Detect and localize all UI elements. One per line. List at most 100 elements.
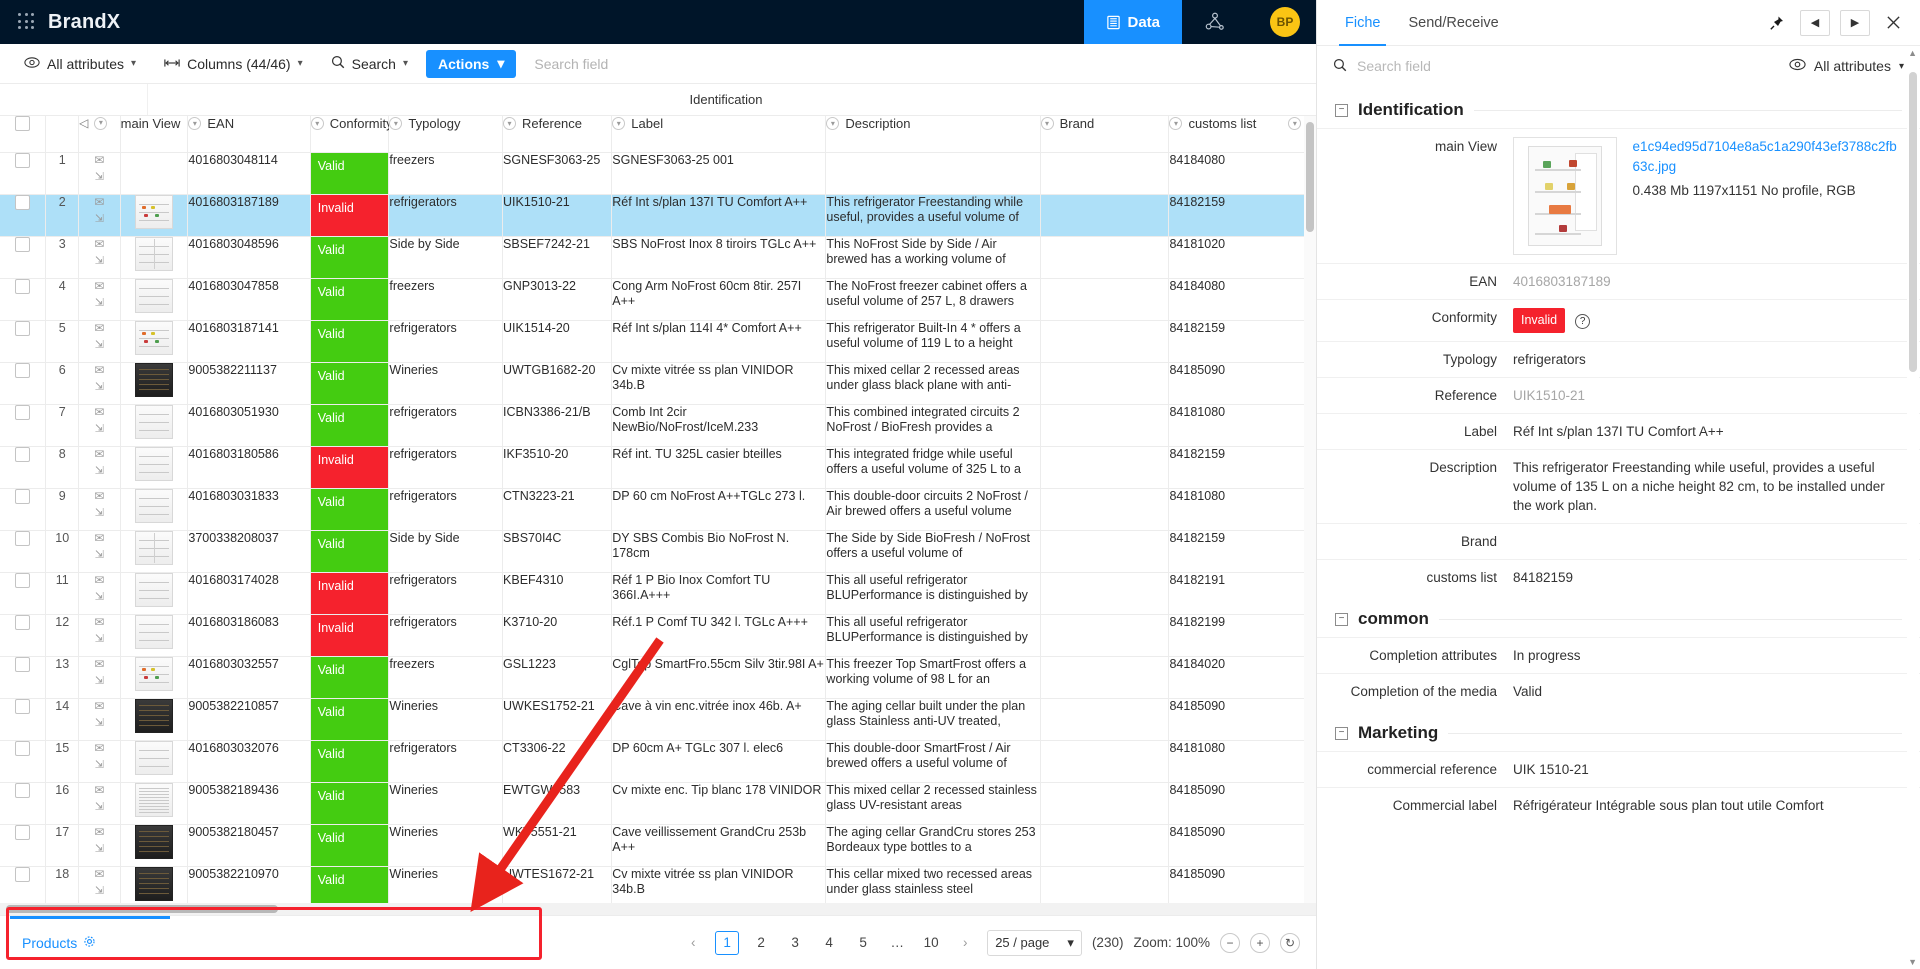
- cell-brand[interactable]: [1040, 698, 1169, 740]
- cell-typology[interactable]: refrigerators: [389, 194, 503, 236]
- column-header-description[interactable]: ▾ Description: [826, 116, 1040, 152]
- cell-description[interactable]: This integrated fridge while useful offe…: [826, 446, 1040, 488]
- cell-label[interactable]: Cave veillissement GrandCru 253b A++: [612, 824, 826, 866]
- cell-reference[interactable]: WKT5551-21: [503, 824, 612, 866]
- cell-customs-list[interactable]: 84182159: [1169, 446, 1316, 488]
- zoom-reset-button[interactable]: ↻: [1280, 933, 1300, 953]
- row-main-view-cell[interactable]: [120, 824, 188, 866]
- cell-reference[interactable]: EWTGW3583: [503, 782, 612, 824]
- close-icon[interactable]: [1880, 10, 1906, 36]
- filter-icon[interactable]: ▾: [1288, 117, 1301, 130]
- comment-icon[interactable]: ✉: [94, 195, 104, 210]
- cell-conformity[interactable]: Valid: [310, 404, 389, 446]
- row-actions-cell[interactable]: ✉⇲: [79, 446, 121, 488]
- cell-conformity[interactable]: Invalid: [310, 572, 389, 614]
- cell-typology[interactable]: freezers: [389, 152, 503, 194]
- page-button-2[interactable]: 2: [749, 931, 773, 955]
- grid-horizontal-scrollbar-thumb[interactable]: [6, 905, 278, 913]
- table-row[interactable]: 5✉⇲4016803187141ValidrefrigeratorsUIK151…: [0, 320, 1316, 362]
- detail-field-value[interactable]: UIK 1510-21: [1513, 762, 1589, 777]
- search-input[interactable]: [532, 55, 852, 73]
- tab-fiche[interactable]: Fiche: [1331, 0, 1394, 46]
- cell-description[interactable]: This double-door SmartFrost / Air brewed…: [826, 740, 1040, 782]
- cell-customs-list[interactable]: 84182191: [1169, 572, 1316, 614]
- grid-scroll-container[interactable]: ◁ ▾ main View ▾ EAN: [0, 116, 1316, 915]
- pin-icon[interactable]: [1764, 10, 1790, 36]
- row-actions-cell[interactable]: ✉⇲: [79, 236, 121, 278]
- cell-typology[interactable]: Wineries: [389, 698, 503, 740]
- avatar[interactable]: BP: [1270, 7, 1300, 37]
- column-header-label[interactable]: ▾ Label: [612, 116, 826, 152]
- cell-brand[interactable]: [1040, 488, 1169, 530]
- cell-brand[interactable]: [1040, 278, 1169, 320]
- cell-description[interactable]: This mixed cellar 2 recessed areas under…: [826, 362, 1040, 404]
- export-icon[interactable]: ⇲: [95, 590, 104, 605]
- cell-ean[interactable]: 3700338208037: [188, 530, 310, 572]
- cell-typology[interactable]: refrigerators: [389, 404, 503, 446]
- media-filename-link[interactable]: e1c94ed95d7104e8a5c1a290f43ef3788c2fb63c…: [1633, 139, 1897, 174]
- row-actions-cell[interactable]: ✉⇲: [79, 698, 121, 740]
- filter-icon[interactable]: ▾: [311, 117, 324, 130]
- cell-brand[interactable]: [1040, 530, 1169, 572]
- detail-field-value[interactable]: UIK1510-21: [1513, 388, 1585, 403]
- detail-all-attributes-button[interactable]: All attributes ▾: [1789, 58, 1904, 74]
- row-actions-cell[interactable]: ✉⇲: [79, 278, 121, 320]
- page-ellipsis[interactable]: …: [885, 931, 909, 955]
- row-actions-cell[interactable]: ✉⇲: [79, 488, 121, 530]
- column-header-main-view[interactable]: main View: [120, 116, 188, 152]
- cell-description[interactable]: The NoFrost freezer cabinet offers a use…: [826, 278, 1040, 320]
- row-checkbox[interactable]: [15, 657, 30, 672]
- select-all-header[interactable]: [0, 116, 46, 152]
- detail-field-value[interactable]: This refrigerator Freestanding while use…: [1513, 460, 1885, 513]
- cell-ean[interactable]: 9005382211137: [188, 362, 310, 404]
- comment-icon[interactable]: ✉: [94, 531, 104, 546]
- cell-brand[interactable]: [1040, 656, 1169, 698]
- comment-column-header[interactable]: ◁ ▾: [79, 116, 121, 152]
- cell-typology[interactable]: Wineries: [389, 824, 503, 866]
- column-header-brand[interactable]: ▾ Brand: [1040, 116, 1169, 152]
- detail-field-value[interactable]: In progress: [1513, 648, 1581, 663]
- row-main-view-cell[interactable]: [120, 614, 188, 656]
- export-icon[interactable]: ⇲: [95, 380, 104, 395]
- row-actions-cell[interactable]: ✉⇲: [79, 152, 121, 194]
- row-main-view-cell[interactable]: [120, 278, 188, 320]
- cell-ean[interactable]: 4016803180586: [188, 446, 310, 488]
- comment-icon[interactable]: ✉: [94, 405, 104, 420]
- filter-icon[interactable]: ▾: [94, 117, 107, 130]
- cell-label[interactable]: CglTop SmartFro.55cm Silv 3tir.98I A+: [612, 656, 826, 698]
- cell-typology[interactable]: Side by Side: [389, 236, 503, 278]
- row-checkbox[interactable]: [15, 615, 30, 630]
- grid-vertical-scrollbar[interactable]: [1304, 116, 1316, 903]
- detail-field-value[interactable]: Valid: [1513, 684, 1542, 699]
- export-icon[interactable]: ⇲: [95, 842, 104, 857]
- cell-conformity[interactable]: Invalid: [310, 614, 389, 656]
- export-icon[interactable]: ⇲: [95, 464, 104, 479]
- filter-icon[interactable]: ▾: [188, 117, 201, 130]
- scroll-down-arrow-icon[interactable]: ▼: [1908, 957, 1917, 967]
- cell-ean[interactable]: 4016803032076: [188, 740, 310, 782]
- row-select-cell[interactable]: [0, 362, 46, 404]
- cell-customs-list[interactable]: 84184080: [1169, 278, 1316, 320]
- cell-typology[interactable]: Wineries: [389, 866, 503, 908]
- comment-icon[interactable]: ✉: [94, 825, 104, 840]
- gear-icon[interactable]: [83, 935, 96, 951]
- comment-icon[interactable]: ✉: [94, 489, 104, 504]
- row-select-cell[interactable]: [0, 320, 46, 362]
- row-select-cell[interactable]: [0, 152, 46, 194]
- next-record-button[interactable]: ▶: [1840, 10, 1870, 36]
- cell-conformity[interactable]: Invalid: [310, 194, 389, 236]
- cell-label[interactable]: Cv mixte vitrée ss plan VINIDOR 34b.B: [612, 866, 826, 908]
- row-main-view-cell[interactable]: [120, 740, 188, 782]
- row-main-view-cell[interactable]: [120, 782, 188, 824]
- scroll-up-arrow-icon[interactable]: ▲: [1908, 48, 1917, 58]
- row-checkbox[interactable]: [15, 405, 30, 420]
- cell-customs-list[interactable]: 84185090: [1169, 866, 1316, 908]
- export-icon[interactable]: ⇲: [95, 506, 104, 521]
- row-checkbox[interactable]: [15, 825, 30, 840]
- row-checkbox[interactable]: [15, 195, 30, 210]
- row-actions-cell[interactable]: ✉⇲: [79, 362, 121, 404]
- table-row[interactable]: 3✉⇲4016803048596ValidSide by SideSBSEF72…: [0, 236, 1316, 278]
- export-icon[interactable]: ⇲: [95, 254, 104, 269]
- row-select-cell[interactable]: [0, 656, 46, 698]
- actions-button[interactable]: Actions ▾: [426, 50, 516, 78]
